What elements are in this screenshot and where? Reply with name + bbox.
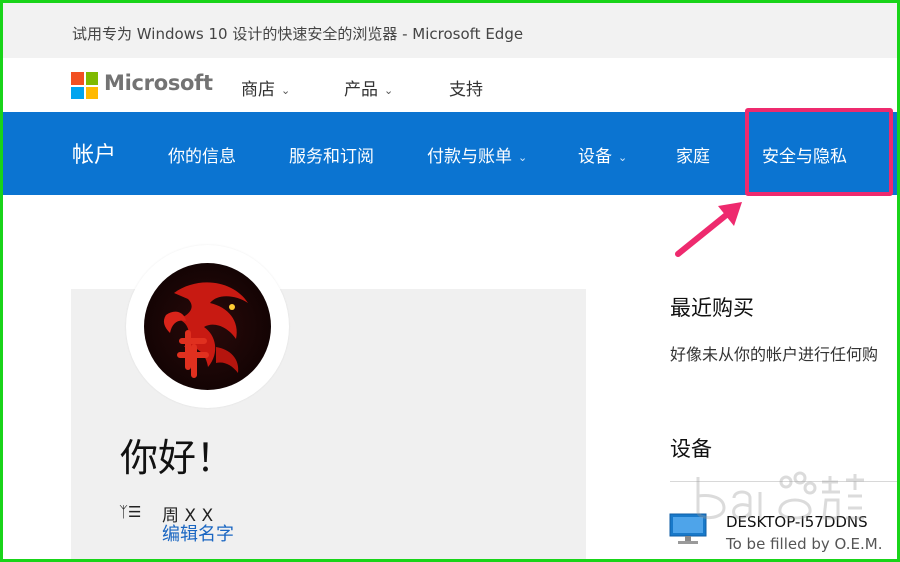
nav-products[interactable]: 产品 ⌄ xyxy=(344,75,393,100)
tab-devices[interactable]: 设备 ⌄ xyxy=(578,142,627,167)
baidu-watermark-icon xyxy=(696,471,864,520)
nav-support-label: 支持 xyxy=(449,80,483,100)
edit-name-link[interactable]: 编辑名字 xyxy=(162,520,234,546)
tab-devices-label: 设备 xyxy=(578,147,612,167)
dragon-avatar-icon xyxy=(163,282,248,378)
tab-family[interactable]: 家庭 xyxy=(676,142,710,167)
tab-your-info[interactable]: 你的信息 xyxy=(168,142,236,167)
chevron-down-icon: ⌄ xyxy=(518,151,528,164)
tab-payment-billing-label: 付款与账单 xyxy=(427,147,512,167)
edge-promo-banner[interactable]: 试用专为 Windows 10 设计的快速安全的浏览器 - Microsoft … xyxy=(3,3,897,58)
annotation-arrow-icon xyxy=(675,202,742,257)
chevron-down-icon: ⌄ xyxy=(618,151,628,164)
person-list-icon: ᛉ☰ xyxy=(119,503,142,521)
device-subtitle: To be filled by O.E.M. xyxy=(726,535,883,553)
avatar-frame xyxy=(126,245,289,408)
chevron-down-icon: ⌄ xyxy=(281,84,291,97)
chevron-down-icon: ⌄ xyxy=(384,84,394,97)
tab-services-subscriptions[interactable]: 服务和订阅 xyxy=(289,142,374,167)
account-title[interactable]: 帐户 xyxy=(72,137,116,169)
avatar[interactable] xyxy=(144,263,271,390)
microsoft-wordmark[interactable]: Microsoft xyxy=(104,71,213,95)
edge-promo-text[interactable]: 试用专为 Windows 10 设计的快速安全的浏览器 - Microsoft … xyxy=(72,23,523,44)
microsoft-header: Microsoft 商店 ⌄ 产品 ⌄ 支持 xyxy=(3,58,897,112)
greeting-heading: 你好！ xyxy=(120,436,235,480)
nav-support[interactable]: 支持 xyxy=(449,75,483,100)
recent-purchases-message: 好像未从你的帐户进行任何购 xyxy=(670,345,879,364)
recent-purchases-heading[interactable]: 最近购买 xyxy=(670,292,754,322)
microsoft-logo-icon[interactable] xyxy=(71,72,98,99)
devices-heading[interactable]: 设备 xyxy=(670,433,712,463)
nav-store[interactable]: 商店 ⌄ xyxy=(241,75,290,100)
highlight-annotation-box xyxy=(745,108,893,196)
nav-products-label: 产品 xyxy=(344,80,378,100)
nav-store-label: 商店 xyxy=(241,80,275,100)
tab-payment-billing[interactable]: 付款与账单 ⌄ xyxy=(427,142,527,167)
